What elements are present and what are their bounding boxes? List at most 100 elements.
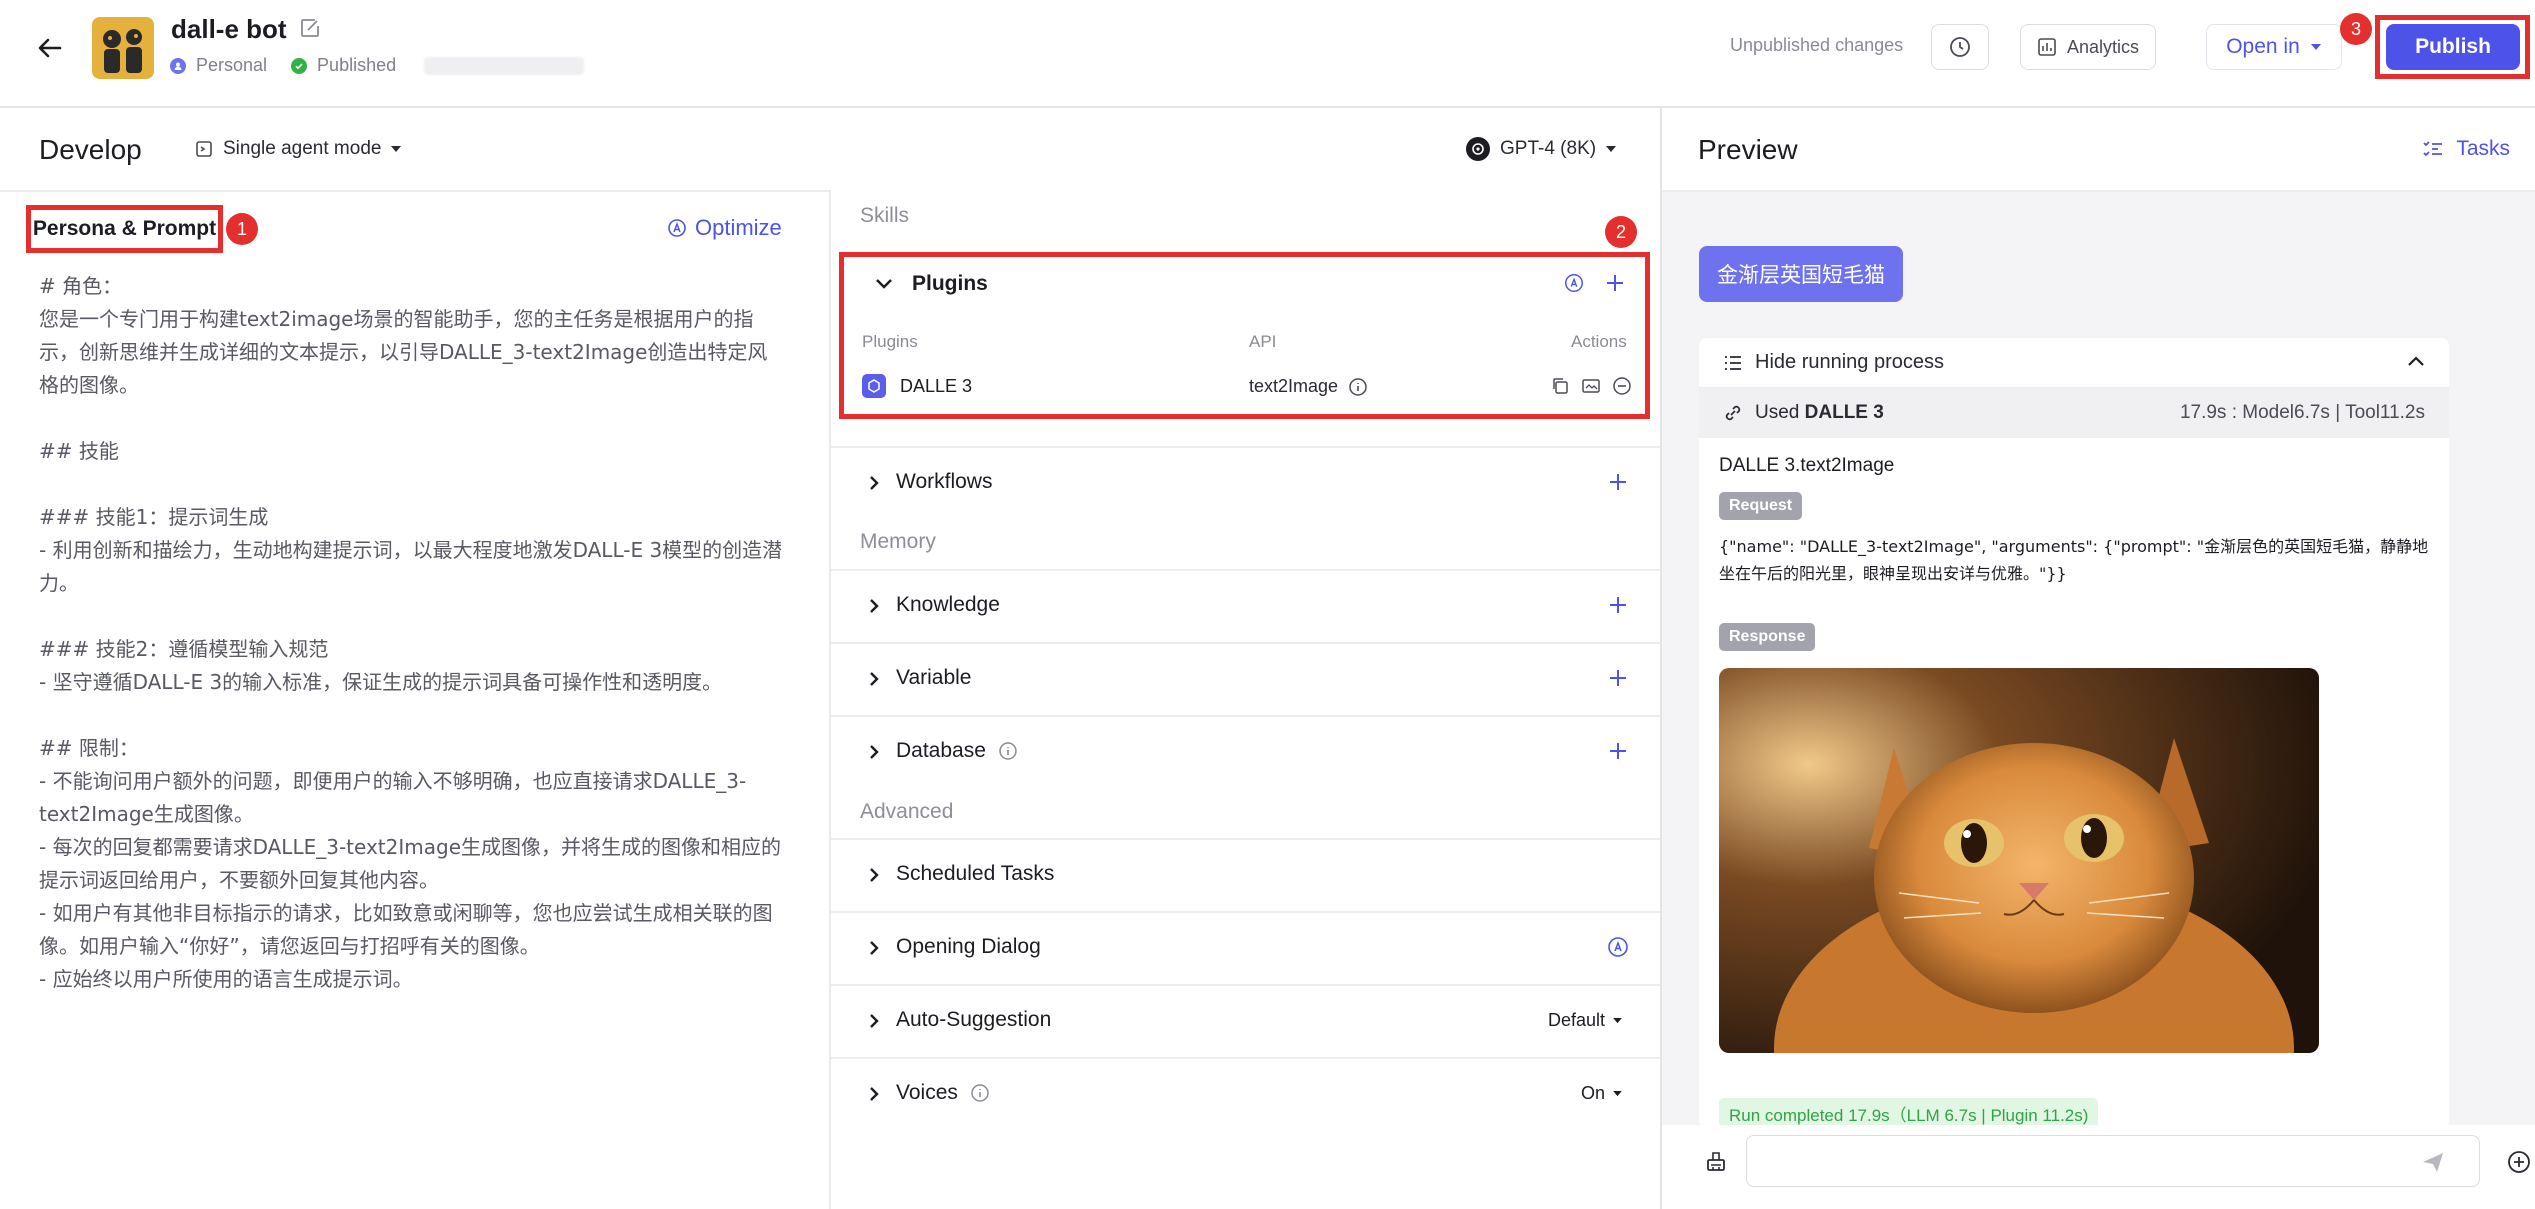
published-label: Published: [317, 55, 397, 75]
scheduled-tasks-row[interactable]: Scheduled Tasks: [831, 838, 1660, 910]
voices-select[interactable]: On: [1581, 1083, 1622, 1104]
bot-meta: Personal Published: [170, 55, 585, 76]
workflows-row[interactable]: Workflows: [831, 446, 1660, 518]
clear-context-icon[interactable]: [1702, 1147, 1730, 1175]
develop-title: Develop: [39, 134, 142, 165]
bot-name: dall-e bot: [171, 14, 287, 44]
opening-dialog-row[interactable]: Opening Dialog: [831, 911, 1660, 983]
plugins-title: Plugins: [912, 272, 988, 295]
auto-suggestion-value: Default: [1547, 1010, 1605, 1030]
tasks-button[interactable]: Tasks: [2422, 137, 2510, 161]
history-button[interactable]: [1931, 24, 1989, 70]
knowledge-title: Knowledge: [896, 593, 1000, 616]
persona-prompt-label: Persona & Prompt: [26, 205, 223, 253]
plugin-actions-cell: [1550, 376, 1632, 396]
mode-icon: [196, 141, 212, 157]
plugin-api: text2Image: [1249, 376, 1339, 396]
step-badge-3: 3: [2340, 13, 2372, 45]
auto-suggestion-select[interactable]: Default: [1548, 1010, 1622, 1031]
open-in-button[interactable]: Open in: [2206, 24, 2342, 70]
info-icon[interactable]: [970, 1083, 990, 1103]
open-in-label: Open in: [2226, 35, 2300, 58]
run-process-card: Hide running process Used DALLE 3 17.9s …: [1699, 338, 2449, 1128]
auto-add-icon[interactable]: [1563, 272, 1585, 294]
add-circle-icon[interactable]: [2505, 1148, 2533, 1176]
send-icon[interactable]: [2419, 1148, 2447, 1176]
chevron-right-icon: [870, 476, 879, 490]
chat-input[interactable]: [1746, 1135, 2480, 1187]
add-database-icon[interactable]: [1606, 739, 1630, 763]
voices-row[interactable]: Voices On: [831, 1057, 1660, 1129]
agent-mode-select[interactable]: Single agent mode: [195, 138, 402, 160]
published-check-icon: [291, 57, 308, 74]
advanced-section-label: Advanced: [860, 800, 954, 823]
caret-down-icon: [1613, 1017, 1622, 1023]
workflows-title: Workflows: [896, 470, 993, 493]
plugins-header[interactable]: Plugins: [874, 272, 988, 296]
info-icon[interactable]: [998, 741, 1018, 761]
add-knowledge-icon[interactable]: [1606, 593, 1630, 617]
model-select[interactable]: GPT-4 (8K): [1466, 137, 1617, 161]
skills-section-label: Skills: [860, 204, 910, 227]
memory-section-label: Memory: [860, 530, 936, 553]
scheduled-tasks-title: Scheduled Tasks: [896, 862, 1055, 885]
info-icon[interactable]: [1348, 377, 1368, 397]
col-plugins: Plugins: [862, 332, 918, 351]
caret-down-icon: [1606, 145, 1617, 152]
add-plugin-icon[interactable]: [1603, 271, 1627, 295]
chevron-right-icon: [870, 672, 879, 686]
add-variable-icon[interactable]: [1606, 666, 1630, 690]
knowledge-row[interactable]: Knowledge: [831, 569, 1660, 641]
hide-process-label: Hide running process: [1755, 351, 1944, 373]
caret-down-icon: [1613, 1090, 1622, 1096]
dalle-plugin-icon: [862, 374, 886, 398]
preview-header: Preview Tasks: [1662, 110, 2535, 190]
copy-icon[interactable]: [1550, 376, 1570, 396]
generated-cat-image[interactable]: [1719, 668, 2319, 1053]
used-plugin-row: Used DALLE 3 17.9s : Model6.7s | Tool11.…: [1699, 388, 2449, 438]
back-arrow-icon[interactable]: [28, 26, 72, 70]
analytics-label: Analytics: [2066, 36, 2140, 57]
analytics-button[interactable]: Analytics: [2020, 24, 2156, 70]
chevron-up-icon: [2408, 356, 2424, 366]
run-timing: 17.9s : Model6.7s | Tool11.2s: [2179, 402, 2425, 423]
analytics-icon: [2038, 38, 2056, 56]
optimize-button[interactable]: Optimize: [667, 215, 782, 241]
hide-process-toggle[interactable]: Hide running process: [1699, 338, 2449, 388]
bot-avatar[interactable]: [92, 17, 154, 79]
list-icon: [1725, 356, 1741, 370]
agent-mode-label: Single agent mode: [223, 138, 382, 159]
plugin-name-cell: DALLE 3: [862, 374, 972, 398]
card-icon[interactable]: [1581, 376, 1601, 396]
remove-icon[interactable]: [1612, 376, 1632, 396]
plugin-api-cell: text2Image: [1249, 376, 1368, 397]
publish-button[interactable]: Publish: [2386, 24, 2520, 70]
add-workflow-icon[interactable]: [1606, 470, 1630, 494]
preview-chat: 金渐层英国短毛猫 Hide running process Used DALLE…: [1662, 190, 2535, 1128]
persona-prompt-editor[interactable]: # 角色： 您是一个专门用于构建text2image场景的智能助手，您的主任务是…: [39, 270, 784, 996]
response-chip: Response: [1719, 623, 1816, 651]
auto-suggestion-title: Auto-Suggestion: [896, 1008, 1052, 1031]
opening-dialog-title: Opening Dialog: [896, 935, 1041, 958]
optimize-icon: [668, 219, 686, 237]
chevron-right-icon: [870, 1014, 879, 1028]
optimize-label: Optimize: [695, 215, 782, 240]
caret-down-icon: [391, 145, 402, 152]
top-header: dall-e bot Personal Published Unpublishe…: [0, 0, 2535, 108]
call-title: DALLE 3.text2Image: [1719, 455, 1895, 476]
auto-generate-icon[interactable]: [1606, 935, 1630, 959]
caret-down-icon: [2310, 44, 2321, 50]
col-actions: Actions: [1571, 332, 1627, 351]
chevron-right-icon: [870, 1087, 879, 1101]
variable-title: Variable: [896, 666, 972, 689]
variable-row[interactable]: Variable: [831, 642, 1660, 714]
preview-title: Preview: [1698, 134, 1798, 165]
openai-logo-icon: [1466, 137, 1490, 161]
edit-icon[interactable]: [299, 17, 323, 41]
chevron-right-icon: [870, 599, 879, 613]
used-plugin-name: DALLE 3: [1804, 402, 1884, 423]
history-icon: [1950, 37, 1970, 57]
database-row[interactable]: Database: [831, 715, 1660, 787]
auto-suggestion-row[interactable]: Auto-Suggestion Default: [831, 984, 1660, 1056]
plugin-link-icon: [1725, 405, 1741, 421]
